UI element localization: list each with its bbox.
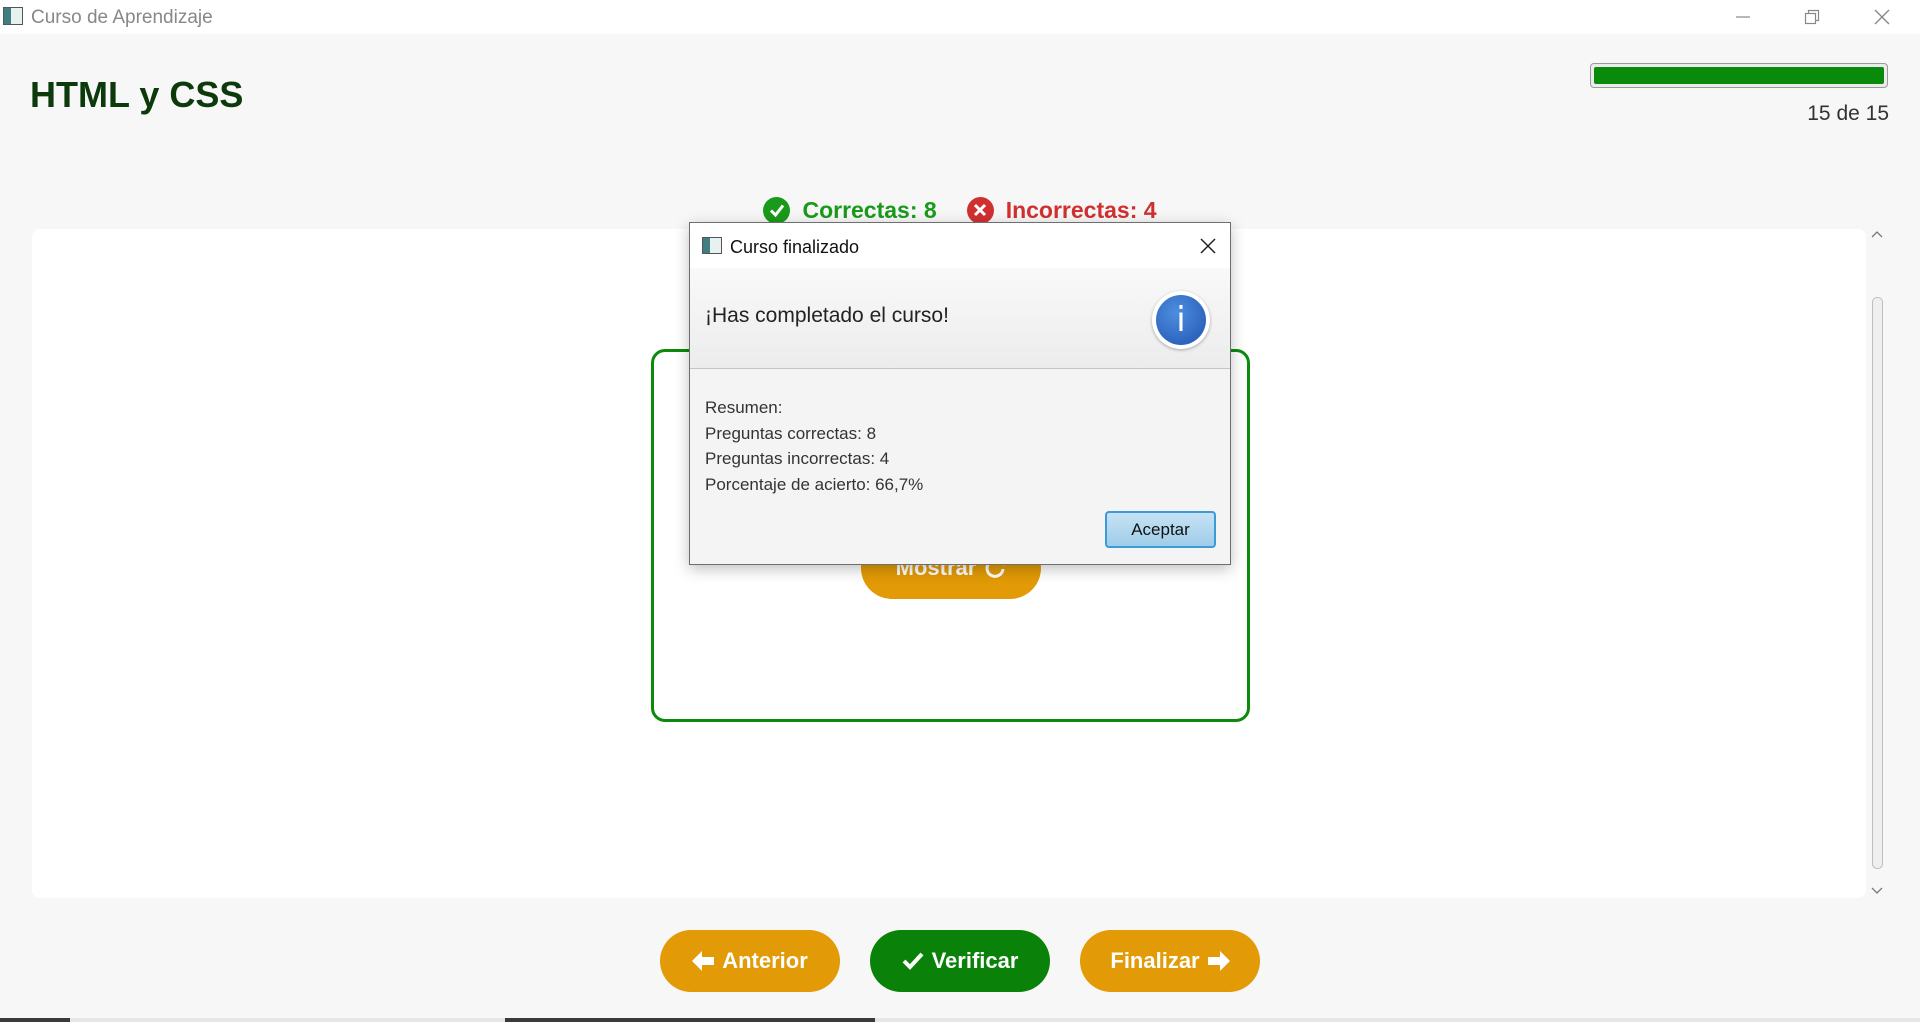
- close-button[interactable]: [1851, 0, 1913, 34]
- previous-button-label: Anterior: [722, 948, 808, 973]
- taskbar-edge: [0, 1018, 1920, 1022]
- course-title: HTML y CSS: [30, 74, 244, 115]
- dialog-titlebar: Curso finalizado: [690, 223, 1230, 268]
- correct-score: Correctas: 8: [763, 196, 937, 224]
- vertical-scrollbar[interactable]: [1866, 229, 1888, 901]
- arrow-right-icon: [1207, 951, 1230, 971]
- incorrect-score: Incorrectas: 4: [966, 196, 1157, 224]
- finish-button-label: Finalizar: [1110, 948, 1200, 973]
- check-icon: [902, 952, 924, 970]
- progress-label: 15 de 15: [1807, 102, 1889, 125]
- info-icon: i: [1152, 291, 1210, 349]
- dialog-app-icon: [702, 237, 722, 254]
- summary-line: Preguntas correctas: 8: [705, 423, 877, 443]
- dialog-summary: Resumen: Preguntas correctas: 8 Pregunta…: [705, 395, 923, 497]
- arrow-left-icon: [692, 951, 715, 971]
- dialog-header: ¡Has completado el curso! i: [690, 268, 1230, 369]
- summary-line: Porcentaje de acierto: 66,7%: [705, 474, 924, 494]
- score-bar: Correctas: 8 Incorrectas: 4: [0, 195, 1920, 225]
- restore-button[interactable]: [1781, 0, 1843, 34]
- dialog-header-text: ¡Has completado el curso!: [705, 304, 949, 327]
- window-title: Curso de Aprendizaje: [31, 7, 213, 28]
- check-circle-icon: [763, 196, 791, 224]
- course-finished-dialog: Curso finalizado ¡Has completado el curs…: [689, 222, 1231, 565]
- taskbar-segment: [0, 1018, 70, 1022]
- restore-icon: [1804, 9, 1820, 25]
- close-icon: [1874, 9, 1890, 25]
- window-titlebar: Curso de Aprendizaje: [0, 0, 1920, 34]
- summary-line: Resumen:: [705, 398, 783, 417]
- incorrect-count: Incorrectas: 4: [1005, 196, 1157, 223]
- minimize-icon: [1736, 16, 1750, 18]
- finish-button[interactable]: Finalizar: [1080, 930, 1260, 992]
- scroll-thumb[interactable]: [1872, 297, 1883, 869]
- progress-fill: [1594, 67, 1884, 84]
- summary-line: Preguntas incorrectas: 4: [705, 449, 890, 468]
- scroll-down-icon[interactable]: [1871, 884, 1883, 896]
- verify-button-label: Verificar: [931, 948, 1019, 973]
- minimize-button[interactable]: [1712, 0, 1774, 34]
- x-circle-icon: [966, 196, 994, 224]
- progress-bar: [1590, 63, 1888, 88]
- verify-button[interactable]: Verificar: [870, 930, 1050, 992]
- previous-button[interactable]: Anterior: [660, 930, 840, 992]
- dialog-close-icon[interactable]: [1196, 234, 1220, 258]
- correct-count: Correctas: 8: [802, 196, 937, 223]
- accept-button[interactable]: Aceptar: [1105, 511, 1216, 548]
- dialog-title: Curso finalizado: [730, 237, 860, 257]
- taskbar-segment: [505, 1018, 875, 1022]
- scroll-up-icon[interactable]: [1871, 229, 1883, 241]
- app-icon: [3, 7, 23, 25]
